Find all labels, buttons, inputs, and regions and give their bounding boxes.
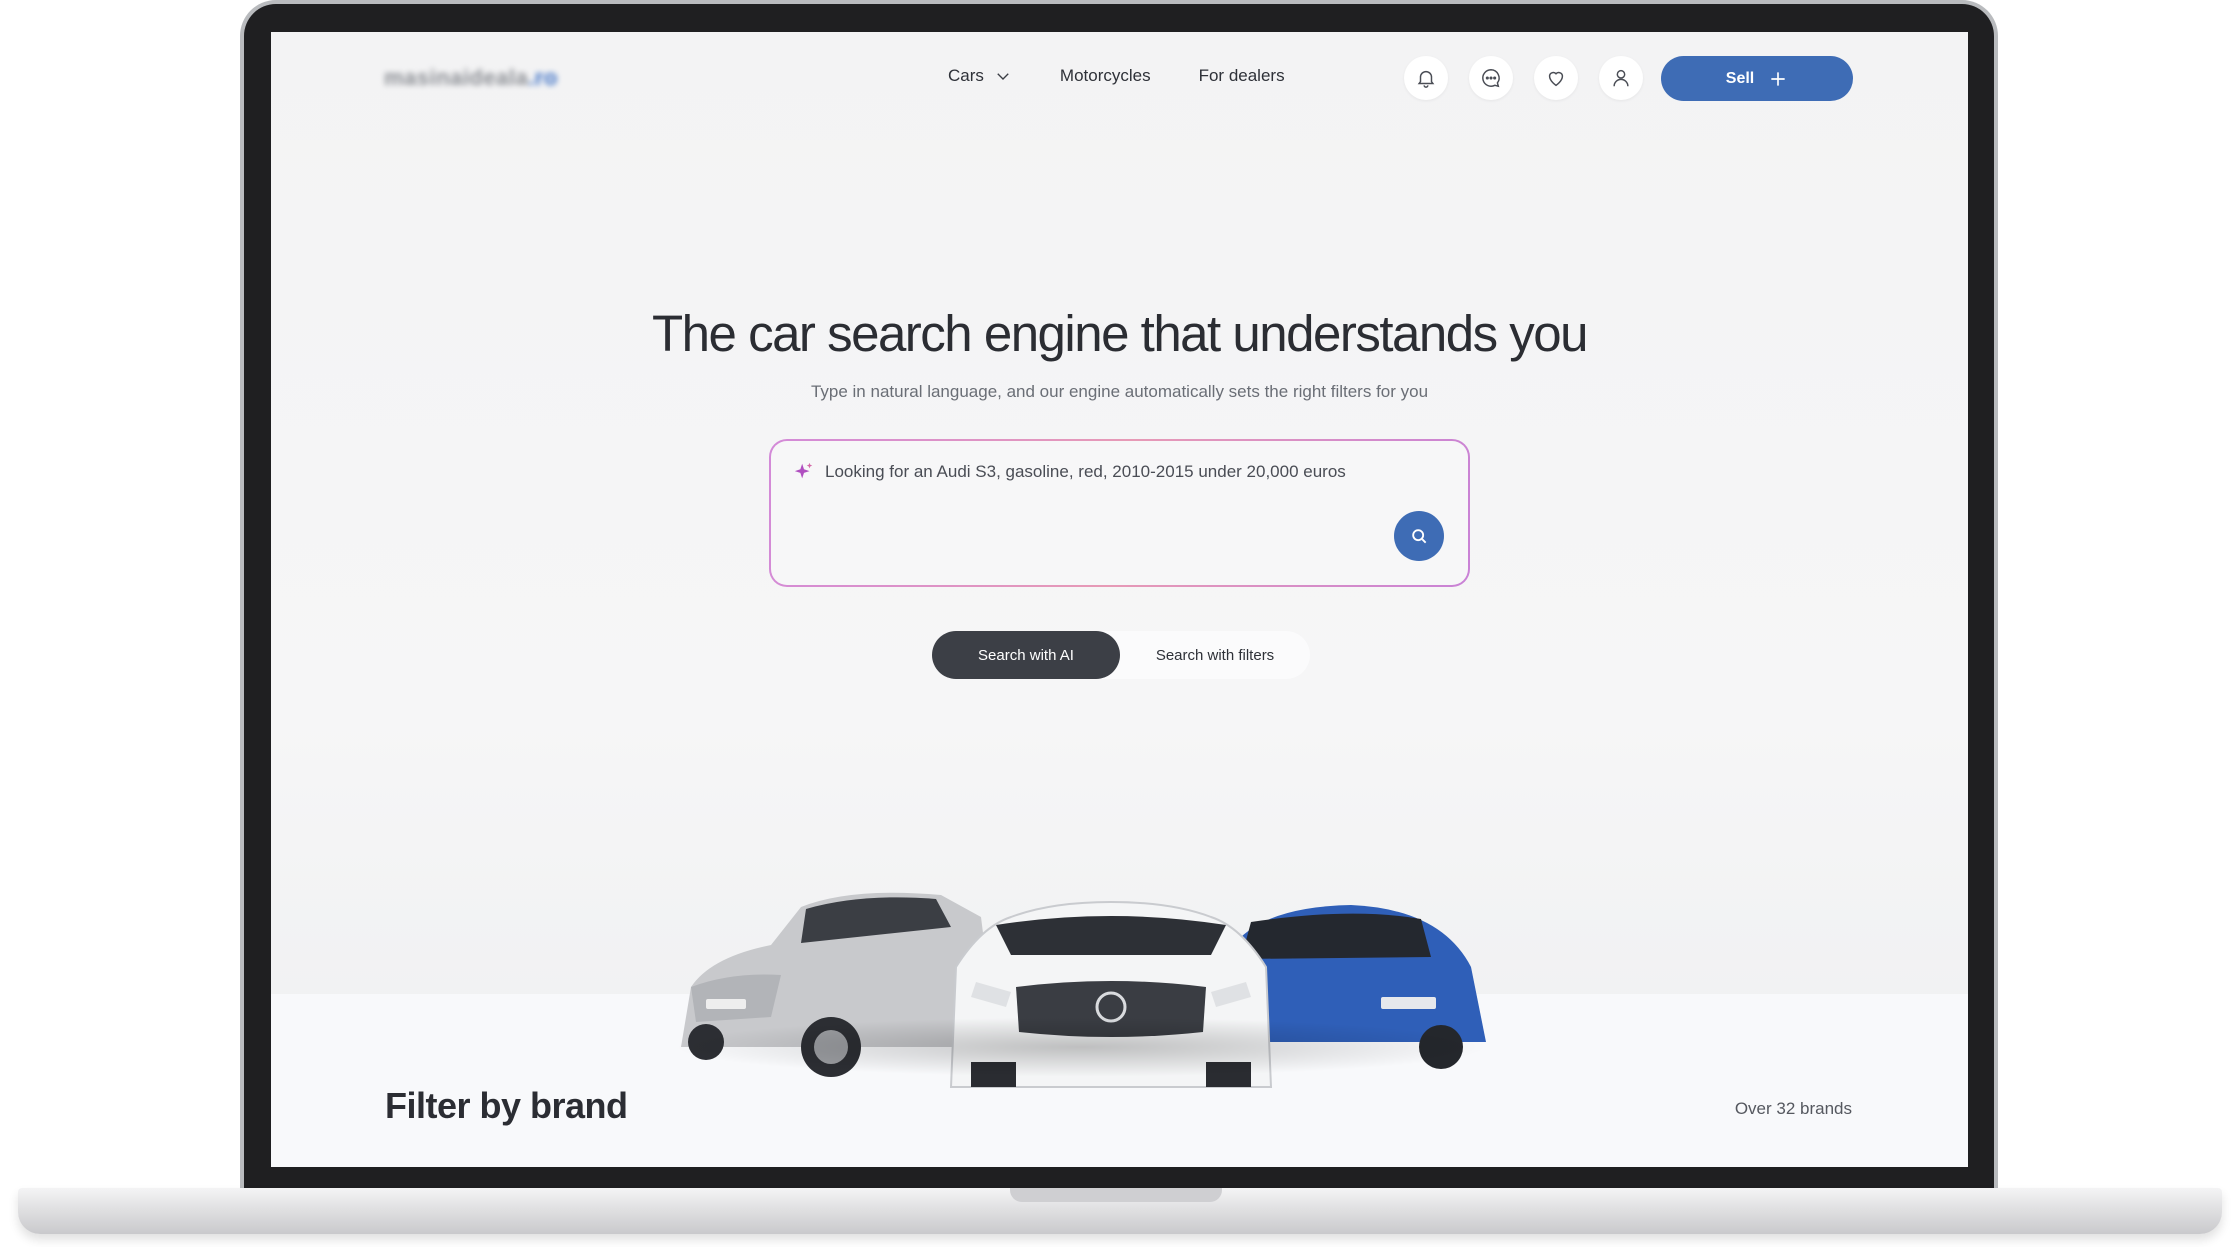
plus-icon xyxy=(1771,71,1785,86)
main-nav: Cars Motorcycles For dealers xyxy=(948,66,1285,86)
notifications-button[interactable] xyxy=(1404,56,1448,100)
search-icon xyxy=(1412,529,1427,544)
ai-search-inner xyxy=(771,441,1468,585)
search-with-ai-button[interactable]: Search with AI xyxy=(932,631,1120,679)
sell-label: Sell xyxy=(1725,69,1755,87)
nav-for-dealers-label: For dealers xyxy=(1198,66,1285,85)
search-with-filters-button[interactable]: Search with filters xyxy=(1120,631,1310,679)
user-icon xyxy=(1613,69,1629,87)
hero-title: The car search engine that understands y… xyxy=(652,305,1588,362)
sparkle-icon xyxy=(794,462,813,479)
site-logo[interactable]: masinaideala.ro xyxy=(384,65,558,91)
hero-subtitle: Type in natural language, and our engine… xyxy=(810,382,1429,401)
messages-button[interactable] xyxy=(1469,56,1513,100)
laptop-notch xyxy=(1010,1188,1222,1202)
nav-cars-label: Cars xyxy=(948,66,984,85)
ai-search-input[interactable] xyxy=(825,462,1425,482)
account-button[interactable] xyxy=(1599,56,1643,100)
cars-illustration xyxy=(651,847,1511,1107)
nav-motorcycles[interactable]: Motorcycles xyxy=(1060,66,1151,86)
chevron-down-icon xyxy=(997,73,1009,80)
logo-text: masinaideala xyxy=(384,65,529,90)
ai-search-box xyxy=(769,439,1470,587)
bell-icon xyxy=(1417,70,1435,88)
chat-icon xyxy=(1482,69,1500,88)
sell-button[interactable]: Sell xyxy=(1661,56,1853,101)
search-mode-toggle: Search with AI Search with filters xyxy=(932,631,1310,679)
nav-for-dealers[interactable]: For dealers xyxy=(1199,66,1285,86)
nav-motorcycles-label: Motorcycles xyxy=(1059,66,1151,85)
cars-shadow xyxy=(671,1017,1491,1077)
nav-cars[interactable]: Cars xyxy=(948,66,1012,86)
search-submit-button[interactable] xyxy=(1394,511,1444,561)
filter-by-brand-title: Filter by brand xyxy=(385,1085,628,1126)
brand-count: Over 32 brands xyxy=(1734,1099,1852,1118)
logo-accent: .ro xyxy=(528,65,558,90)
heart-icon xyxy=(1548,71,1564,87)
favorites-button[interactable] xyxy=(1534,56,1578,100)
browser-screen: masinaideala.ro Cars Motorcycles For dea… xyxy=(271,32,1968,1167)
